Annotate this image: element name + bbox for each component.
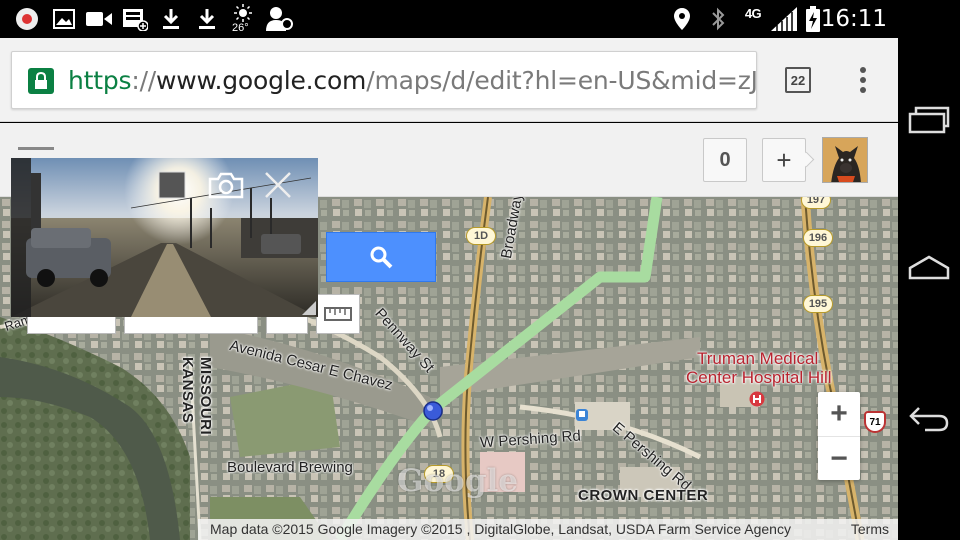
route-shield-1d: 1D	[466, 227, 496, 245]
map-label-missouri: MISSOURI	[197, 357, 214, 436]
url-scheme: https	[68, 66, 132, 95]
zoom-control: + −	[818, 392, 860, 480]
avatar[interactable]	[822, 137, 868, 183]
home-icon	[908, 255, 950, 280]
back-icon	[909, 407, 949, 432]
url-separator: ://	[131, 66, 157, 95]
location-marker-icon[interactable]	[422, 400, 444, 422]
route-shield-197: 197	[801, 197, 831, 209]
url-path: /maps/d/edit?hl=en-US&mid=zJ!	[366, 66, 757, 95]
network-type-text: 4G	[744, 6, 762, 21]
image-icon	[52, 6, 76, 32]
stop-icon	[158, 171, 186, 199]
back-button[interactable]	[906, 396, 952, 442]
terms-link[interactable]: Terms	[851, 519, 889, 540]
address-bar[interactable]: https://www.google.com/maps/d/edit?hl=en…	[11, 51, 757, 109]
google-watermark: Google	[397, 463, 519, 499]
us-route-71-shield: 71	[864, 411, 886, 433]
resize-handle-icon[interactable]	[302, 301, 316, 315]
share-count-button[interactable]: 0	[703, 138, 747, 182]
recent-apps-button[interactable]	[906, 96, 952, 142]
location-icon	[672, 6, 692, 32]
search-icon	[370, 246, 393, 269]
download-icon	[160, 6, 182, 32]
search-button[interactable]	[326, 232, 436, 282]
map-label-hospital-1: Truman Medical	[697, 349, 819, 368]
map-label-hospital-2: Center Hospital Hill	[686, 368, 832, 387]
battery-charging-icon	[804, 6, 822, 32]
route-shield-195: 195	[803, 295, 833, 313]
url-text: https://www.google.com/maps/d/edit?hl=en…	[68, 66, 757, 96]
url-host: www.google.com	[156, 66, 367, 95]
tab-switcher-button[interactable]: 22	[785, 67, 811, 93]
bluetooth-icon	[708, 6, 728, 32]
map-label-crown-center: CROWN CENTER	[578, 487, 709, 504]
home-button[interactable]	[906, 245, 952, 291]
transit-icon	[576, 409, 588, 421]
temperature-text: 26°	[232, 22, 249, 34]
lock-icon	[28, 68, 54, 94]
zoom-out-button[interactable]: −	[818, 436, 860, 480]
hospital-icon	[749, 391, 765, 407]
sd-card-icon	[122, 6, 148, 32]
zoom-in-button[interactable]: +	[818, 392, 860, 436]
status-bar: 26° 4G 16:11	[0, 0, 960, 38]
camera-icon	[208, 172, 244, 199]
download-icon	[196, 6, 218, 32]
video-camera-icon	[86, 6, 112, 32]
map-attribution: Map data ©2015 Google Imagery ©2015 , Di…	[198, 519, 898, 540]
menu-icon[interactable]	[18, 147, 54, 150]
clock: 16:11	[820, 6, 887, 32]
stop-button[interactable]	[157, 170, 187, 200]
map-label-kansas: KANSAS	[179, 357, 196, 424]
close-overlay-button[interactable]	[263, 170, 293, 200]
snapshot-button[interactable]	[207, 170, 245, 200]
recent-apps-icon	[908, 106, 950, 134]
ruler-icon	[324, 307, 352, 321]
ruler-button[interactable]	[316, 294, 360, 334]
overflow-menu-button[interactable]	[852, 64, 874, 96]
close-icon	[265, 172, 291, 198]
user-location-icon	[266, 6, 294, 32]
video-overlay[interactable]	[11, 158, 318, 317]
attribution-text: Map data ©2015 Google Imagery ©2015 , Di…	[210, 521, 791, 537]
map-label-boulevard: Boulevard Brewing	[227, 459, 353, 476]
network-4g-icon: 4G	[738, 6, 768, 32]
weather-icon	[232, 4, 254, 22]
android-nav-bar	[898, 38, 960, 540]
browser-toolbar: https://www.google.com/maps/d/edit?hl=en…	[0, 38, 898, 122]
google-plus-button[interactable]: +	[762, 138, 806, 182]
signal-icon	[770, 6, 798, 32]
route-shield-196: 196	[803, 229, 833, 247]
record-icon	[14, 6, 40, 32]
